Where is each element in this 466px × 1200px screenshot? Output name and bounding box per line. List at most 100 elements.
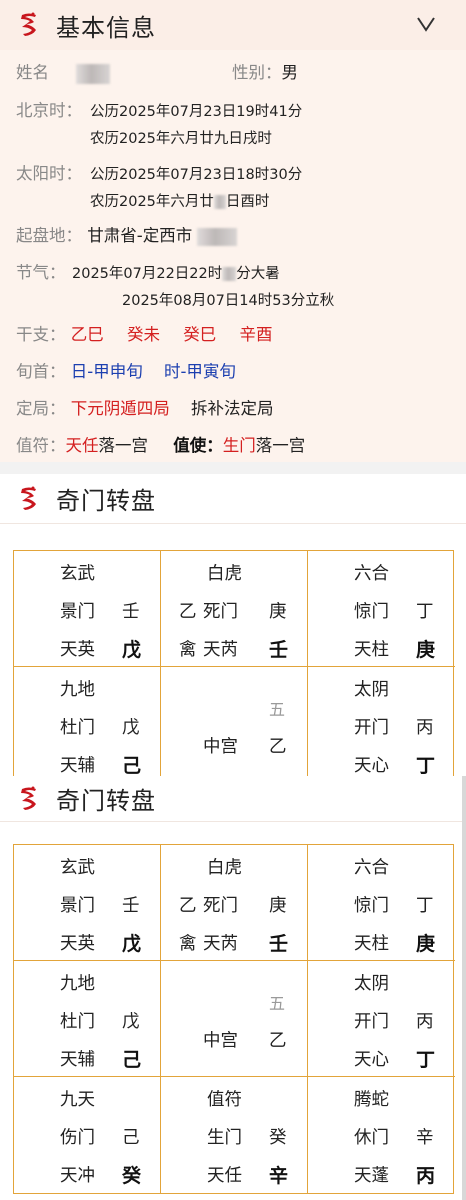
palace-text: 天任	[207, 1166, 242, 1186]
jieqi-line1: 2025年07月22日22时 分大暑	[72, 266, 280, 282]
chevron-down-icon[interactable]	[414, 11, 438, 37]
basic-info-section: 基本信息 姓名 性别：男 北京时： 公历2025年07月23日19时41分 农历…	[0, 0, 466, 462]
ganzhi-row: 干支： 乙巳 癸未 癸巳 辛酉	[16, 325, 273, 344]
xunshou-row: 旬首： 日-甲申旬 时-甲寅旬	[16, 362, 236, 381]
palace-text: 辛	[269, 1165, 289, 1187]
palace-text: 天心	[354, 1050, 389, 1070]
palace-text: 景门	[60, 602, 95, 622]
jieqi-line2: 2025年08月07日14时53分立秋	[122, 293, 335, 309]
palace-4[interactable]: 玄武 景门 壬 天英 戊	[14, 551, 161, 667]
palace-text: 值符	[207, 1090, 242, 1110]
palace-8[interactable]: 九天 伤门 己 天冲 癸	[14, 1077, 161, 1193]
palace-text: 乙	[269, 737, 287, 757]
zhifu-row: 值符：天任落一宫 值使：生门落一宫	[16, 436, 306, 455]
jieqi-label: 节气：	[16, 263, 66, 282]
palace-text: 庚	[416, 933, 436, 955]
name-row: 姓名	[16, 59, 111, 84]
palace-text: 庚	[269, 896, 287, 916]
palace-1[interactable]: 值符 生门 癸 天任 辛	[161, 1077, 308, 1193]
palace-text: 九地	[60, 974, 95, 994]
palace-text: 禽	[179, 934, 197, 954]
palace-text: 天柱	[354, 640, 389, 660]
palace-text: 九地	[60, 680, 95, 700]
palace-text: 开门	[354, 1012, 389, 1032]
name-value-redacted	[76, 63, 111, 84]
xunshou-day: 日-甲申旬	[70, 362, 143, 381]
palace-text: 天芮	[203, 640, 238, 660]
basic-info-header[interactable]: 基本信息	[0, 0, 466, 50]
palace-text: 戊	[122, 1012, 140, 1032]
palace-text: 戊	[122, 718, 140, 738]
palace-7[interactable]: 太阴 开门 丙 天心 丁	[308, 667, 455, 783]
plate-header: 奇门转盘	[0, 474, 466, 524]
palace-4[interactable]: 玄武 景门 壬 天英 戊	[14, 845, 161, 961]
palace-text: 乙	[179, 896, 197, 916]
scrollbar[interactable]	[462, 776, 466, 1200]
palace-text: 五	[269, 700, 286, 719]
palace-3[interactable]: 九地 杜门 戊 天辅 己	[14, 667, 161, 783]
palace-7[interactable]: 太阴 开门 丙 天心 丁	[308, 961, 455, 1077]
palace-text: 丁	[416, 896, 434, 916]
palace-text: 玄武	[60, 858, 95, 878]
place-label: 起盘地：	[16, 226, 82, 245]
palace-text: 天英	[60, 640, 95, 660]
palace-text: 开门	[354, 718, 389, 738]
palace-text: 杜门	[60, 1012, 95, 1032]
solar-solar: 公历2025年07月23日18时30分	[90, 167, 303, 183]
palace-text: 九天	[60, 1090, 95, 1110]
palace-text: 乙	[269, 1031, 287, 1051]
palace-3[interactable]: 九地 杜门 戊 天辅 己	[14, 961, 161, 1077]
palace-text: 戊	[122, 639, 142, 661]
palace-text: 中宫	[203, 1031, 238, 1051]
palace-text: 庚	[416, 639, 436, 661]
palace-text: 戊	[122, 933, 142, 955]
palace-2[interactable]: 六合 惊门 丁 天柱 庚	[308, 551, 455, 667]
name-label: 姓名	[16, 63, 49, 82]
xunshou-hour: 时-甲寅旬	[163, 362, 236, 381]
ganzhi-hour: 辛酉	[239, 325, 273, 344]
palace-text: 丙	[416, 718, 434, 738]
palace-text: 伤门	[60, 1128, 95, 1148]
palace-text: 癸	[269, 1128, 287, 1148]
palace-text: 白虎	[207, 858, 242, 878]
palace-text: 丁	[416, 755, 436, 777]
place-row: 起盘地： 甘肃省-定西市	[16, 222, 238, 246]
gender-row: 性别：男	[232, 59, 298, 83]
palace-text: 丙	[416, 1012, 434, 1032]
palace-text: 生门	[207, 1128, 242, 1148]
palace-text: 五	[269, 994, 286, 1013]
palace-text: 壬	[122, 602, 140, 622]
palace-text: 乙	[179, 602, 197, 622]
palace-9[interactable]: 白虎 乙 死门 庚 禽 天芮 壬	[161, 551, 308, 667]
ganzhi-year: 乙巳	[70, 325, 104, 344]
palace-6[interactable]: 腾蛇 休门 辛 天蓬 丙	[308, 1077, 455, 1193]
section-divider	[0, 462, 466, 474]
palace-2[interactable]: 六合 惊门 丁 天柱 庚	[308, 845, 455, 961]
palace-text: 休门	[354, 1128, 389, 1148]
plate-section-1: 奇门转盘 玄武 景门 壬 天英 戊 白虎 乙 死门 庚 禽 天芮 壬 六合 惊门…	[0, 474, 466, 783]
palace-text: 天辅	[60, 1050, 95, 1070]
palace-5-center[interactable]: 五 中宫 乙	[161, 667, 308, 783]
palace-text: 壬	[122, 896, 140, 916]
palace-text: 六合	[354, 564, 389, 584]
palace-text: 天蓬	[354, 1166, 389, 1186]
palace-text: 癸	[122, 1165, 142, 1187]
palace-text: 丙	[416, 1165, 436, 1187]
dragon-logo-icon	[16, 485, 42, 513]
palace-text: 辛	[416, 1128, 434, 1148]
palace-9[interactable]: 白虎 乙 死门 庚 禽 天芮 壬	[161, 845, 308, 961]
palace-text: 太阴	[354, 680, 389, 700]
palace-text: 杜门	[60, 718, 95, 738]
palace-text: 己	[122, 1128, 140, 1148]
dragon-logo-icon	[16, 11, 42, 39]
solar-lunar: 农历2025年六月廿 日酉时	[90, 194, 270, 210]
palace-text: 天柱	[354, 934, 389, 954]
palace-text: 天辅	[60, 756, 95, 776]
dingju-value: 下元阴遁四局	[70, 399, 170, 418]
plate-grid: 玄武 景门 壬 天英 戊 白虎 乙 死门 庚 禽 天芮 壬 六合 惊门 丁 天柱…	[13, 844, 455, 1194]
palace-text: 壬	[269, 639, 289, 661]
palace-text: 腾蛇	[354, 1090, 389, 1110]
palace-5-center[interactable]: 五 中宫 乙	[161, 961, 308, 1077]
zhishi-label: 值使：	[173, 436, 223, 455]
palace-text: 死门	[203, 602, 238, 622]
